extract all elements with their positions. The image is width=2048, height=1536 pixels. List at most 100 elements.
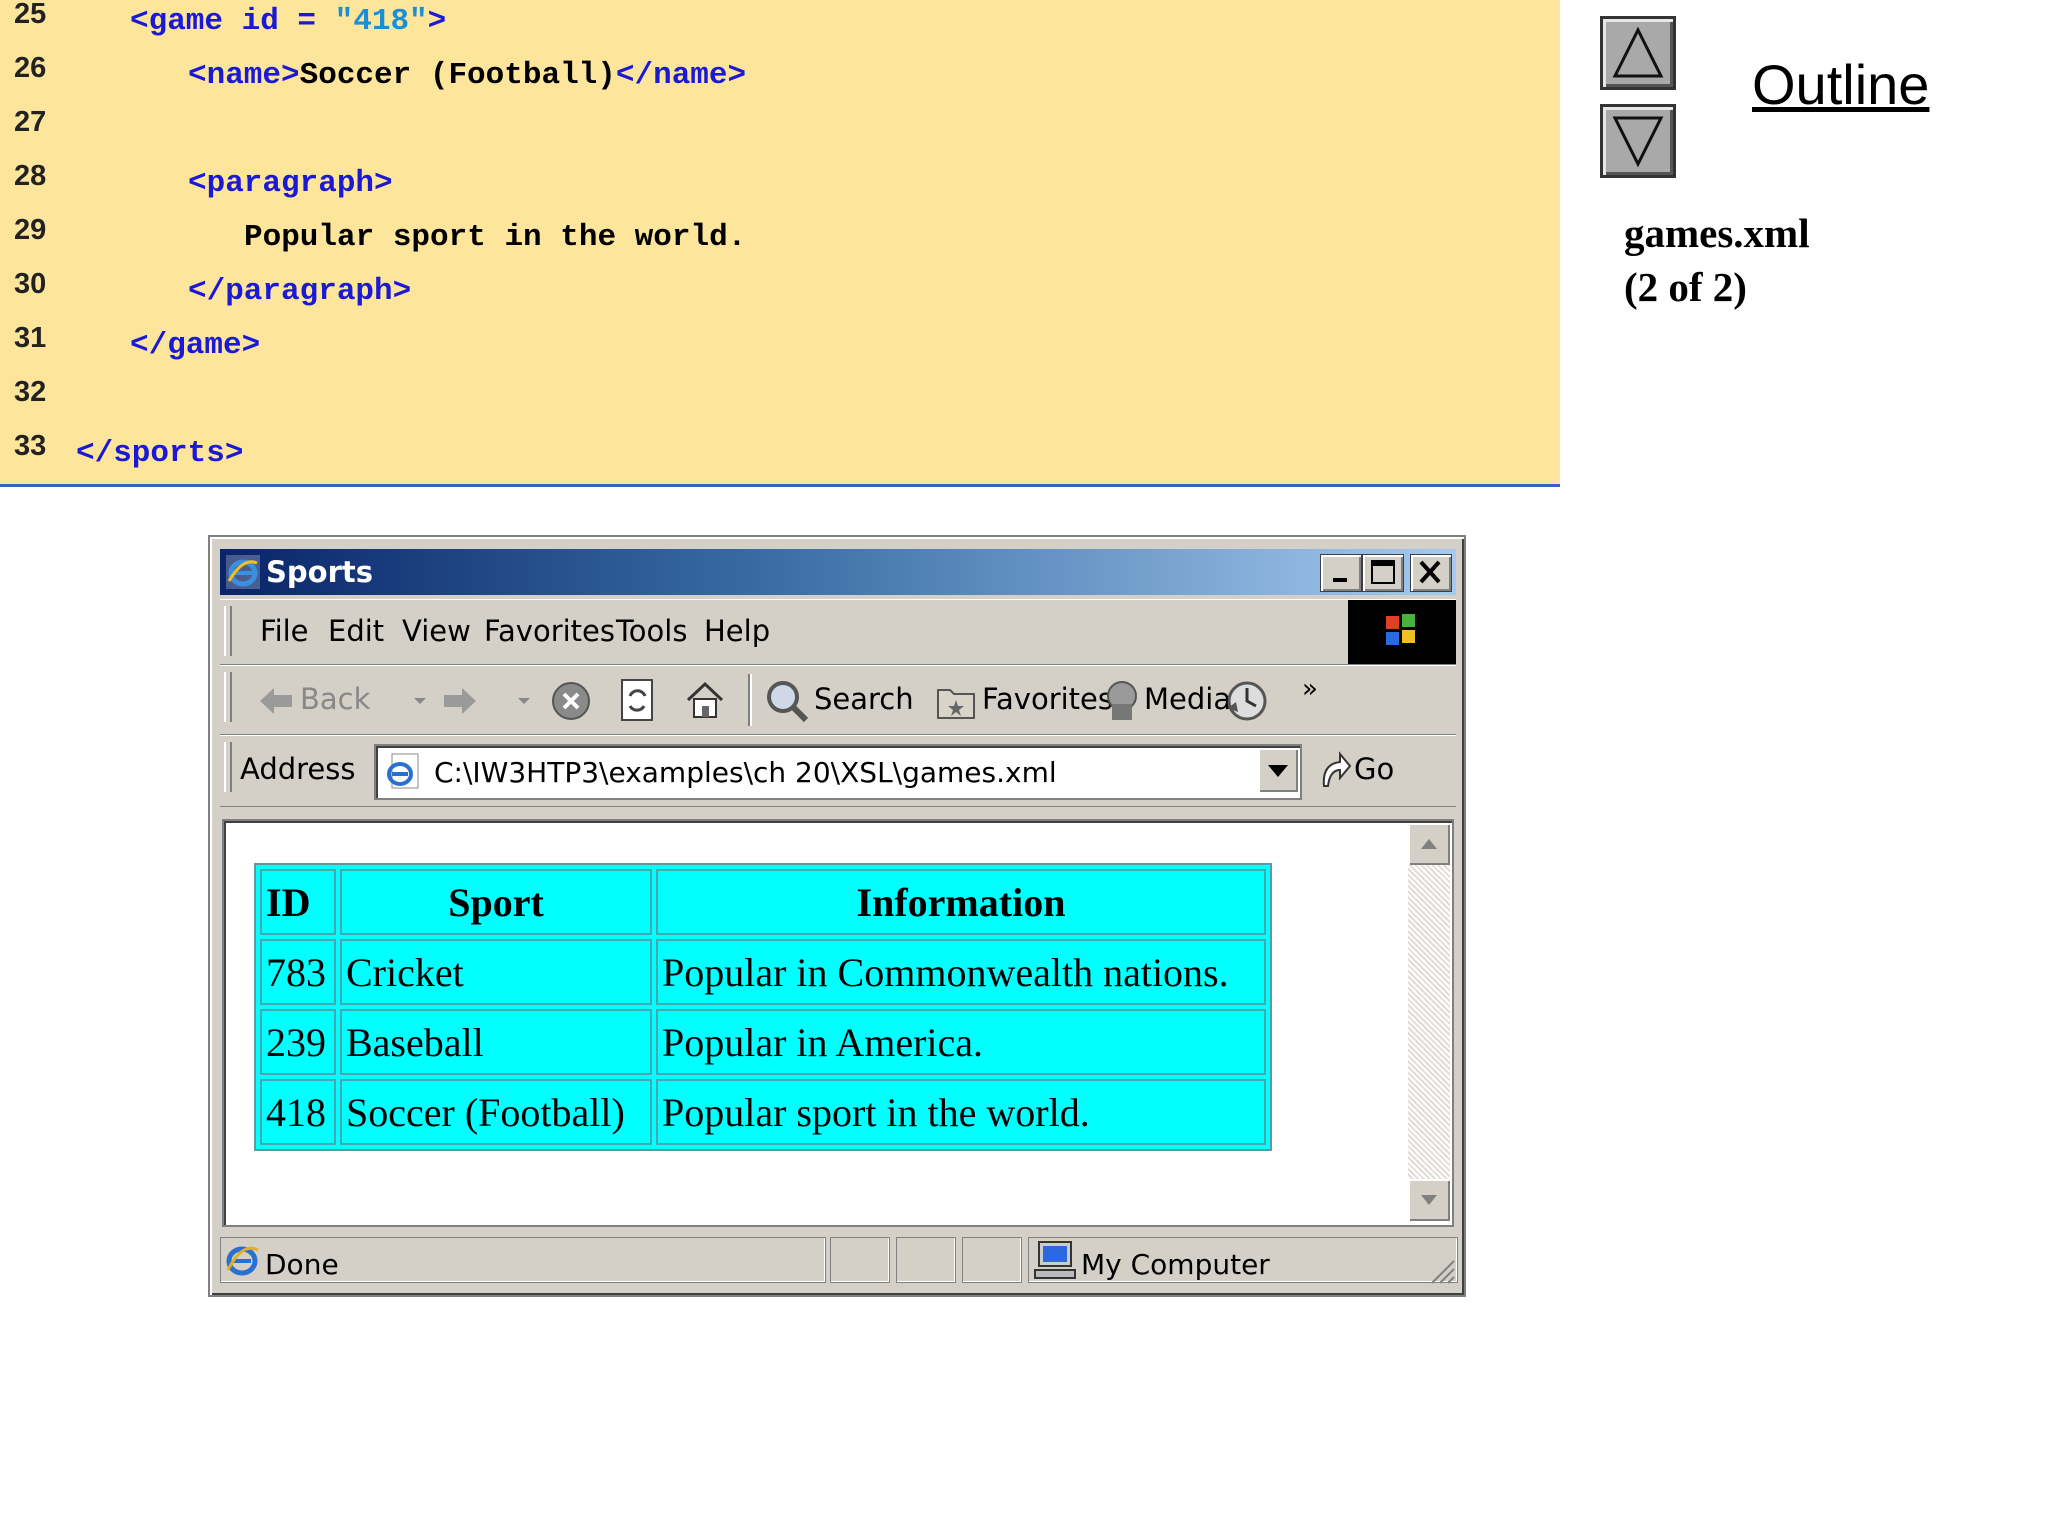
code-token: <game id = <box>130 4 335 39</box>
search-icon[interactable] <box>764 678 810 724</box>
menu-bar: File Edit View Favorites Tools Help <box>220 599 1456 665</box>
toolbar-overflow-icon[interactable]: » <box>1302 674 1318 704</box>
toolbar-grip[interactable] <box>224 672 232 722</box>
code-line: 29 Popular sport in the world. <box>0 214 1560 260</box>
media-icon[interactable] <box>1100 678 1144 724</box>
arrow-down-icon <box>1612 116 1664 168</box>
code-line: 27 <box>0 106 1560 152</box>
code-token: </game> <box>130 328 261 363</box>
back-dropdown-icon[interactable] <box>412 696 428 706</box>
toolbar-separator <box>748 674 752 726</box>
cell-id: 418 <box>260 1079 336 1145</box>
line-number: 32 <box>14 376 47 408</box>
menu-grip[interactable] <box>224 606 232 656</box>
status-pane-2 <box>830 1237 890 1283</box>
minimize-button[interactable] <box>1320 554 1362 592</box>
file-name: games.xml <box>1624 210 1810 256</box>
maximize-icon <box>1371 560 1395 584</box>
code-token: </name> <box>615 58 747 93</box>
scroll-down-button[interactable] <box>1408 1179 1450 1221</box>
page-info: (2 of 2) <box>1624 264 1747 310</box>
scroll-up-button[interactable] <box>1408 823 1450 865</box>
code-token: "418" <box>334 4 428 39</box>
code-text: </game> <box>130 328 260 363</box>
file-caption: games.xml (2 of 2) <box>1624 206 1810 314</box>
menu-view[interactable]: View <box>402 614 471 648</box>
code-token: <name> <box>188 58 300 93</box>
search-button[interactable]: Search <box>814 682 914 716</box>
back-button[interactable]: Back <box>300 682 370 716</box>
menu-favorites[interactable]: Favorites <box>484 614 615 648</box>
previous-slide-button[interactable] <box>1600 16 1676 90</box>
favorites-folder-icon[interactable] <box>936 682 976 720</box>
menu-edit[interactable]: Edit <box>328 614 384 648</box>
go-arrow-icon[interactable] <box>1318 750 1352 790</box>
code-line: 31 </game> <box>0 322 1560 368</box>
line-number: 33 <box>14 430 47 462</box>
address-bar: Address C:\IW3HTP3\examples\ch 20\XSL\ga… <box>220 735 1456 807</box>
forward-dropdown-icon[interactable] <box>516 696 532 706</box>
arrow-up-icon <box>1612 26 1664 78</box>
address-grip[interactable] <box>224 742 232 792</box>
code-token: </sports> <box>76 436 244 471</box>
cell-information: Popular in America. <box>656 1009 1266 1075</box>
media-button[interactable]: Media <box>1144 682 1231 716</box>
status-text: Done <box>265 1248 339 1281</box>
header-id: ID <box>260 869 336 935</box>
table-row: 239 Baseball Popular in America. <box>260 1009 1266 1075</box>
browser-window: Sports File Edit View Favorites Tools He… <box>208 535 1466 1297</box>
home-icon[interactable] <box>684 678 726 720</box>
back-arrow-icon[interactable] <box>258 684 294 718</box>
scroll-up-icon <box>1421 839 1437 849</box>
sports-table: ID Sport Information 783 Cricket Popular i… <box>254 863 1272 1151</box>
refresh-icon[interactable] <box>618 678 658 724</box>
menu-help[interactable]: Help <box>704 614 770 648</box>
table-row: 783 Cricket Popular in Commonwealth nation… <box>260 939 1266 1005</box>
code-line: 28 <paragraph> <box>0 160 1560 206</box>
minimize-icon <box>1333 578 1347 582</box>
code-line: 25 <game id = "418"> <box>0 0 1560 44</box>
outline-title[interactable]: Outline <box>1752 52 1929 117</box>
stop-icon[interactable] <box>550 680 592 722</box>
code-text: </paragraph> <box>188 274 411 309</box>
next-slide-button[interactable] <box>1600 104 1676 178</box>
address-dropdown-button[interactable] <box>1258 748 1298 792</box>
line-number: 26 <box>14 52 47 84</box>
code-listing: 25 <game id = "418"> 26 <name>Soccer (Footb… <box>0 0 1560 487</box>
resize-grip-icon[interactable] <box>1424 1253 1456 1285</box>
cell-sport: Baseball <box>340 1009 652 1075</box>
code-line: 32 <box>0 376 1560 422</box>
status-pane-main: Done <box>220 1237 826 1283</box>
address-input[interactable]: C:\IW3HTP3\examples\ch 20\XSL\games.xml <box>374 744 1302 800</box>
line-number: 31 <box>14 322 47 354</box>
status-pane-4 <box>962 1237 1022 1283</box>
table-row: 418 Soccer (Football) Popular sport in the… <box>260 1079 1266 1145</box>
address-value: C:\IW3HTP3\examples\ch 20\XSL\games.xml <box>434 756 1057 789</box>
cell-information: Popular sport in the world. <box>656 1079 1266 1145</box>
standard-toolbar: Back Search Favorites Media » <box>220 665 1456 735</box>
forward-arrow-icon[interactable] <box>442 684 478 718</box>
menu-file[interactable]: File <box>260 614 309 648</box>
status-pane-zone: My Computer <box>1028 1237 1458 1283</box>
address-label: Address <box>240 752 356 786</box>
line-number: 27 <box>14 106 47 138</box>
code-line: 26 <name>Soccer (Football)</name> <box>0 52 1560 98</box>
status-bar: Done My Computer <box>220 1233 1458 1285</box>
windows-logo <box>1348 600 1456 664</box>
header-sport: Sport <box>340 869 652 935</box>
scroll-down-icon <box>1421 1195 1437 1205</box>
page-content: ID Sport Information 783 Cricket Popular i… <box>222 819 1454 1227</box>
cell-sport: Cricket <box>340 939 652 1005</box>
cell-id: 239 <box>260 1009 336 1075</box>
menu-tools[interactable]: Tools <box>616 614 687 648</box>
line-number: 28 <box>14 160 47 192</box>
maximize-button[interactable] <box>1362 554 1404 592</box>
go-button[interactable]: Go <box>1354 752 1394 786</box>
chevron-down-icon <box>1268 765 1288 777</box>
favorites-button[interactable]: Favorites <box>982 682 1113 716</box>
title-bar[interactable]: Sports <box>220 549 1456 595</box>
vertical-scrollbar[interactable] <box>1408 823 1450 1221</box>
history-icon[interactable] <box>1224 678 1270 724</box>
close-button[interactable] <box>1410 554 1452 592</box>
page-ie-icon <box>387 753 419 789</box>
